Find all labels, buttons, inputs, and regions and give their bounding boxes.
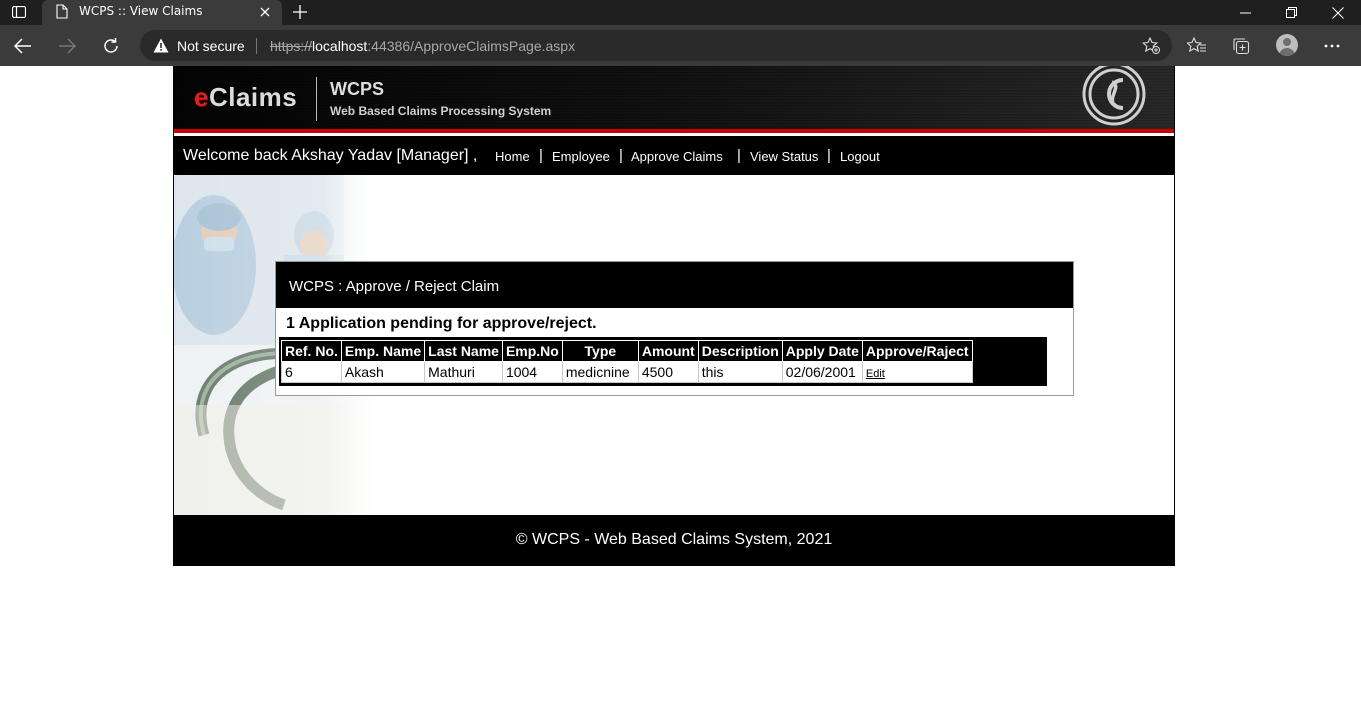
cell-emp-name: Akash — [340, 361, 426, 383]
collections-icon[interactable] — [1229, 34, 1253, 58]
panel-header: WCPS : Approve / Reject Claim — [276, 262, 1073, 308]
forward-icon[interactable] — [55, 34, 79, 58]
nav-separator: | — [737, 147, 741, 164]
url-path: :44386/ApproveClaimsPage.aspx — [367, 38, 576, 54]
column-header: Amount — [637, 340, 699, 362]
pending-count-message: 1 Application pending for approve/reject… — [286, 315, 597, 332]
column-header: Description — [697, 340, 783, 362]
address-bar[interactable]: Not secure https://localhost:44386/Appro… — [140, 30, 1172, 61]
nav-separator: | — [619, 147, 623, 164]
cell-apply-date: 02/06/2001 — [781, 361, 863, 383]
browser-toolbar: Not secure https://localhost:44386/Appro… — [0, 25, 1361, 66]
minimize-icon[interactable] — [1222, 0, 1268, 25]
panel-title: WCPS : Approve / Reject Claim — [289, 278, 500, 295]
cell-description: this — [697, 361, 783, 383]
nav-logout[interactable]: Logout — [840, 149, 880, 164]
app-title: WCPS — [330, 79, 384, 99]
favorites-icon[interactable] — [1185, 34, 1209, 58]
nav-separator: | — [827, 147, 831, 164]
browser-tab-active[interactable]: WCPS :: View Claims — [42, 0, 282, 25]
claims-table: Ref. No. Emp. Name Last Name Emp.No Type… — [281, 340, 973, 383]
site-header: eClaims WCPS Web Based Claims Processing… — [174, 66, 1174, 136]
url-text[interactable]: https://localhost:44386/ApproveClaimsPag… — [270, 38, 575, 54]
tab-title: WCPS :: View Claims — [79, 4, 203, 18]
cell-emp-no: 1004 — [501, 361, 563, 383]
nav-view-status[interactable]: View Status — [750, 149, 818, 164]
profile-avatar[interactable] — [1276, 34, 1298, 56]
cell-action: Edit — [861, 361, 973, 383]
page-container: eClaims WCPS Web Based Claims Processing… — [173, 66, 1175, 566]
cell-ref-no: 6 — [281, 361, 342, 383]
edit-link[interactable]: Edit — [866, 368, 885, 380]
url-host: localhost — [312, 38, 368, 54]
document-icon — [56, 4, 68, 24]
nav-home[interactable]: Home — [495, 149, 530, 164]
eclaims-logo: eClaims — [194, 82, 298, 112]
nav-separator: | — [539, 147, 543, 164]
new-tab-icon[interactable] — [289, 2, 311, 22]
footer-copyright: © WCPS - Web Based Claims System, 2021 — [515, 531, 833, 548]
welcome-message: Welcome back Akshay Yadav [Manager] , — [183, 147, 478, 164]
browser-tab-strip: WCPS :: View Claims — [0, 0, 1361, 25]
column-header: Apply Date — [781, 340, 863, 362]
security-label[interactable]: Not secure — [177, 38, 245, 54]
nav-approve-claims[interactable]: Approve Claims — [631, 149, 723, 164]
approve-reject-panel: WCPS : Approve / Reject Claim 1 Applicat… — [275, 261, 1074, 396]
column-header: Emp.No — [501, 340, 563, 362]
app-subtitle: Web Based Claims Processing System — [330, 104, 552, 118]
site-footer: © WCPS - Web Based Claims System, 2021 — [174, 515, 1174, 566]
table-row: 6 Akash Mathuri 1004 medicnine 4500 this… — [281, 361, 973, 383]
tab-close-icon[interactable] — [258, 5, 272, 19]
column-header: Type — [561, 340, 639, 362]
refresh-icon[interactable] — [99, 34, 123, 58]
main-content: WCPS : Approve / Reject Claim 1 Applicat… — [174, 175, 1174, 515]
main-navbar: Welcome back Akshay Yadav [Manager] , Ho… — [174, 136, 1174, 175]
tab-actions-icon[interactable] — [8, 3, 30, 21]
column-header: Approve/Raject — [861, 340, 973, 362]
add-favorite-icon[interactable] — [1141, 36, 1160, 59]
cell-last-name: Mathuri — [424, 361, 503, 383]
column-header: Ref. No. — [281, 340, 342, 362]
header-divider — [316, 77, 317, 121]
column-header: Emp. Name — [340, 340, 426, 362]
url-scheme: https:// — [270, 38, 313, 54]
warning-icon[interactable] — [153, 38, 169, 58]
restore-icon[interactable] — [1268, 0, 1314, 25]
address-divider — [256, 38, 257, 54]
header-white-stripe — [174, 133, 1174, 136]
back-icon[interactable] — [11, 34, 35, 58]
claims-grid-container: Ref. No. Emp. Name Last Name Emp.No Type… — [279, 337, 1047, 386]
table-header-row: Ref. No. Emp. Name Last Name Emp.No Type… — [281, 340, 973, 362]
close-window-icon[interactable] — [1315, 0, 1361, 25]
nav-employee[interactable]: Employee — [552, 149, 610, 164]
cell-amount: 4500 — [637, 361, 699, 383]
emblem-logo-icon — [1082, 66, 1146, 126]
cell-type: medicnine — [561, 361, 639, 383]
column-header: Last Name — [424, 340, 503, 362]
more-options-icon[interactable] — [1320, 34, 1344, 58]
